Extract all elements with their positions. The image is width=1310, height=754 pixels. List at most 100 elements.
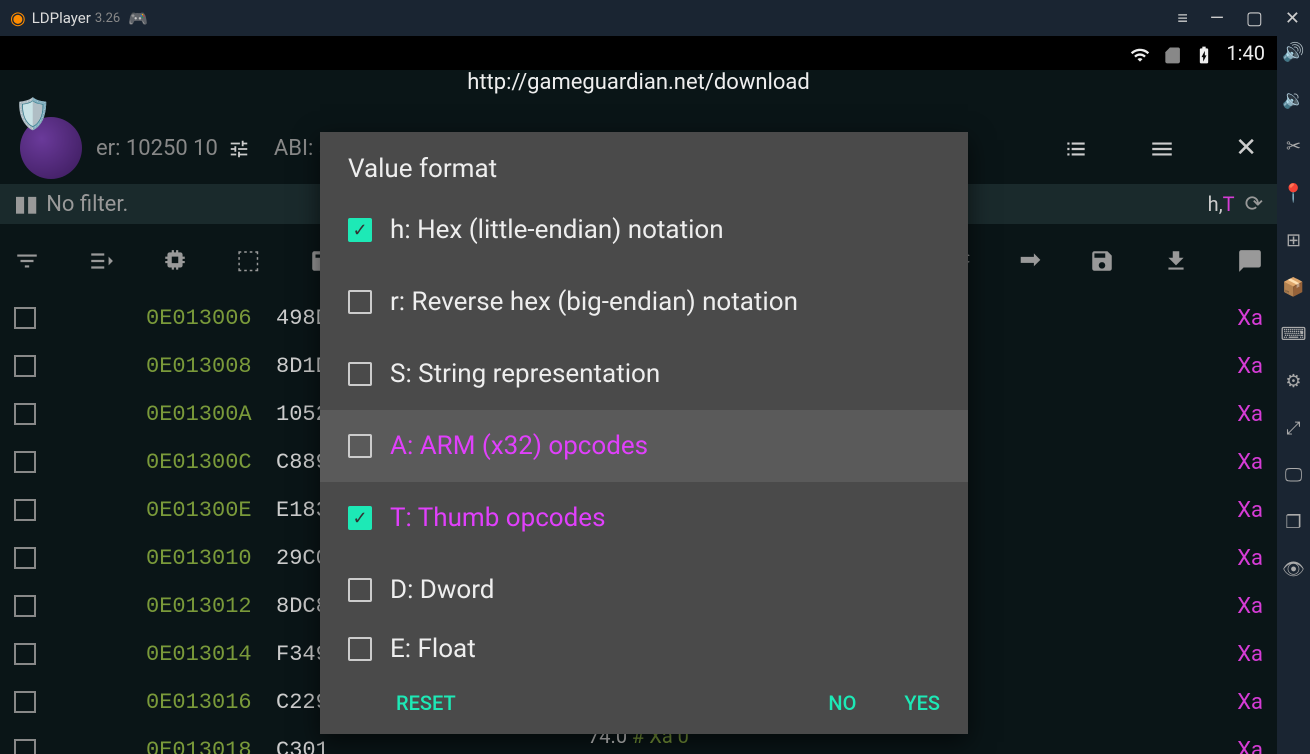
screen-icon[interactable]: 🖵 bbox=[1285, 465, 1302, 486]
format-option[interactable]: A: ARM (x32) opcodes bbox=[320, 410, 968, 482]
option-label: S: String representation bbox=[390, 359, 660, 389]
funnel-icon[interactable] bbox=[14, 245, 40, 275]
option-label: D: Dword bbox=[390, 575, 494, 605]
row-checkbox[interactable] bbox=[14, 307, 36, 329]
option-checkbox[interactable] bbox=[348, 578, 372, 602]
fullscreen-add-icon[interactable]: ⊞ bbox=[1286, 230, 1301, 251]
checklist-icon[interactable] bbox=[88, 245, 114, 275]
row-type: Xa bbox=[1237, 642, 1263, 667]
row-checkbox[interactable] bbox=[14, 403, 36, 425]
multi-window-icon[interactable]: ❐ bbox=[1285, 512, 1301, 533]
option-checkbox[interactable] bbox=[348, 637, 372, 661]
download-icon[interactable] bbox=[1163, 245, 1189, 275]
row-checkbox[interactable] bbox=[14, 595, 36, 617]
row-type: Xa bbox=[1237, 594, 1263, 619]
cpu-icon[interactable] bbox=[162, 245, 188, 275]
option-label: h: Hex (little-endian) notation bbox=[390, 215, 724, 245]
keyboard-icon[interactable]: ⌨ bbox=[1281, 324, 1307, 345]
dialog-title: Value format bbox=[320, 132, 968, 194]
option-checkbox[interactable] bbox=[348, 362, 372, 386]
filter-text[interactable]: No filter. bbox=[46, 192, 128, 217]
save-icon[interactable] bbox=[1089, 245, 1115, 275]
maximize-icon[interactable]: ▢ bbox=[1246, 8, 1263, 29]
row-address: 0E013008 bbox=[146, 354, 276, 379]
reset-button[interactable]: RESET bbox=[396, 691, 456, 715]
format-option[interactable]: E: Float bbox=[320, 626, 968, 672]
format-indicator[interactable]: h,T bbox=[1208, 192, 1235, 216]
note-icon[interactable] bbox=[1237, 245, 1263, 275]
yes-button[interactable]: YES bbox=[904, 691, 940, 715]
close-panel-icon[interactable]: ✕ bbox=[1235, 133, 1257, 163]
volume-down-icon[interactable]: 🔉 bbox=[1282, 89, 1304, 110]
scissors-icon[interactable]: ✂ bbox=[1286, 136, 1301, 157]
app-name: LDPlayer bbox=[32, 9, 91, 27]
pause-icon[interactable]: ▮▮ bbox=[14, 192, 38, 217]
menu-icon[interactable]: ≡ bbox=[1177, 8, 1188, 29]
row-address: 0E013006 bbox=[146, 306, 276, 331]
row-address: 0E013016 bbox=[146, 690, 276, 715]
row-address: 0E013014 bbox=[146, 642, 276, 667]
refresh-icon[interactable]: ⟳ bbox=[1245, 192, 1263, 217]
no-button[interactable]: NO bbox=[828, 691, 856, 715]
settings-icon[interactable]: ⚙ bbox=[1285, 371, 1301, 392]
collapse-icon[interactable]: ⤢ bbox=[1286, 418, 1300, 439]
ldplayer-sidebar: 🔊 🔉 ✂ 📍 ⊞ 📦 ⌨ ⚙ ⤢ 🖵 ❐ 👁 bbox=[1277, 36, 1310, 754]
clock-time: 1:40 bbox=[1226, 41, 1265, 65]
process-orb[interactable]: 🛡️ bbox=[20, 117, 82, 179]
gamepad-icon: 🎮 bbox=[128, 9, 148, 28]
row-type: Xa bbox=[1237, 306, 1263, 331]
row-checkbox[interactable] bbox=[14, 499, 36, 521]
location-icon[interactable]: 📍 bbox=[1282, 183, 1304, 204]
option-label: E: Float bbox=[390, 634, 476, 664]
value-format-dialog: Value format ✓ h: Hex (little-endian) not… bbox=[320, 132, 968, 734]
apk-icon[interactable]: 📦 bbox=[1282, 277, 1304, 298]
row-type: Xa bbox=[1237, 498, 1263, 523]
dialog-options: ✓ h: Hex (little-endian) notation r: Rever… bbox=[320, 194, 968, 672]
row-checkbox[interactable] bbox=[14, 643, 36, 665]
row-address: 0E01300C bbox=[146, 450, 276, 475]
format-option[interactable]: r: Reverse hex (big-endian) notation bbox=[320, 266, 968, 338]
list-icon[interactable] bbox=[1063, 133, 1089, 163]
option-label: A: ARM (x32) opcodes bbox=[390, 431, 648, 461]
emulator-screen: 1:40 http://gameguardian.net/download 🛡️… bbox=[0, 36, 1277, 754]
format-option[interactable]: S: String representation bbox=[320, 338, 968, 410]
sim-icon bbox=[1162, 41, 1182, 65]
row-address: 0E013012 bbox=[146, 594, 276, 619]
eye-icon[interactable]: 👁 bbox=[1282, 559, 1305, 580]
row-checkbox[interactable] bbox=[14, 547, 36, 569]
row-address: 0E013010 bbox=[146, 546, 276, 571]
app-version: 3.26 bbox=[95, 11, 120, 26]
format-option[interactable]: ✓ T: Thumb opcodes bbox=[320, 482, 968, 554]
hamburger-icon[interactable] bbox=[1149, 133, 1175, 163]
close-icon[interactable]: ✕ bbox=[1285, 8, 1300, 29]
row-address: 0E01300E bbox=[146, 498, 276, 523]
forward-icon[interactable]: ➡ bbox=[1019, 245, 1041, 275]
option-label: r: Reverse hex (big-endian) notation bbox=[390, 287, 798, 317]
format-option[interactable]: ✓ h: Hex (little-endian) notation bbox=[320, 194, 968, 266]
option-checkbox[interactable]: ✓ bbox=[348, 218, 372, 242]
process-info: er: 10250 10 bbox=[96, 136, 218, 161]
row-type: Xa bbox=[1237, 450, 1263, 475]
row-checkbox[interactable] bbox=[14, 691, 36, 713]
battery-charging-icon bbox=[1194, 41, 1214, 65]
url-text: http://gameguardian.net/download bbox=[0, 70, 1277, 95]
option-checkbox[interactable] bbox=[348, 434, 372, 458]
android-status-bar: 1:40 bbox=[0, 36, 1277, 70]
dialog-buttons: RESET NO YES bbox=[320, 672, 968, 734]
option-checkbox[interactable]: ✓ bbox=[348, 506, 372, 530]
row-type: Xa bbox=[1237, 546, 1263, 571]
tune-icon[interactable] bbox=[228, 136, 250, 161]
select-icon[interactable]: ⬚ bbox=[236, 245, 261, 275]
row-type: Xa bbox=[1237, 690, 1263, 715]
row-type: Xa bbox=[1237, 402, 1263, 427]
option-checkbox[interactable] bbox=[348, 290, 372, 314]
gg-shield-icon: 🛡️ bbox=[14, 97, 51, 132]
row-checkbox[interactable] bbox=[14, 355, 36, 377]
minimize-icon[interactable]: — bbox=[1210, 8, 1224, 29]
ldplayer-logo-icon: ◉ bbox=[10, 8, 26, 29]
row-checkbox[interactable] bbox=[14, 451, 36, 473]
row-address: 0E01300A bbox=[146, 402, 276, 427]
volume-up-icon[interactable]: 🔊 bbox=[1282, 42, 1304, 63]
option-label: T: Thumb opcodes bbox=[390, 503, 606, 533]
format-option[interactable]: D: Dword bbox=[320, 554, 968, 626]
